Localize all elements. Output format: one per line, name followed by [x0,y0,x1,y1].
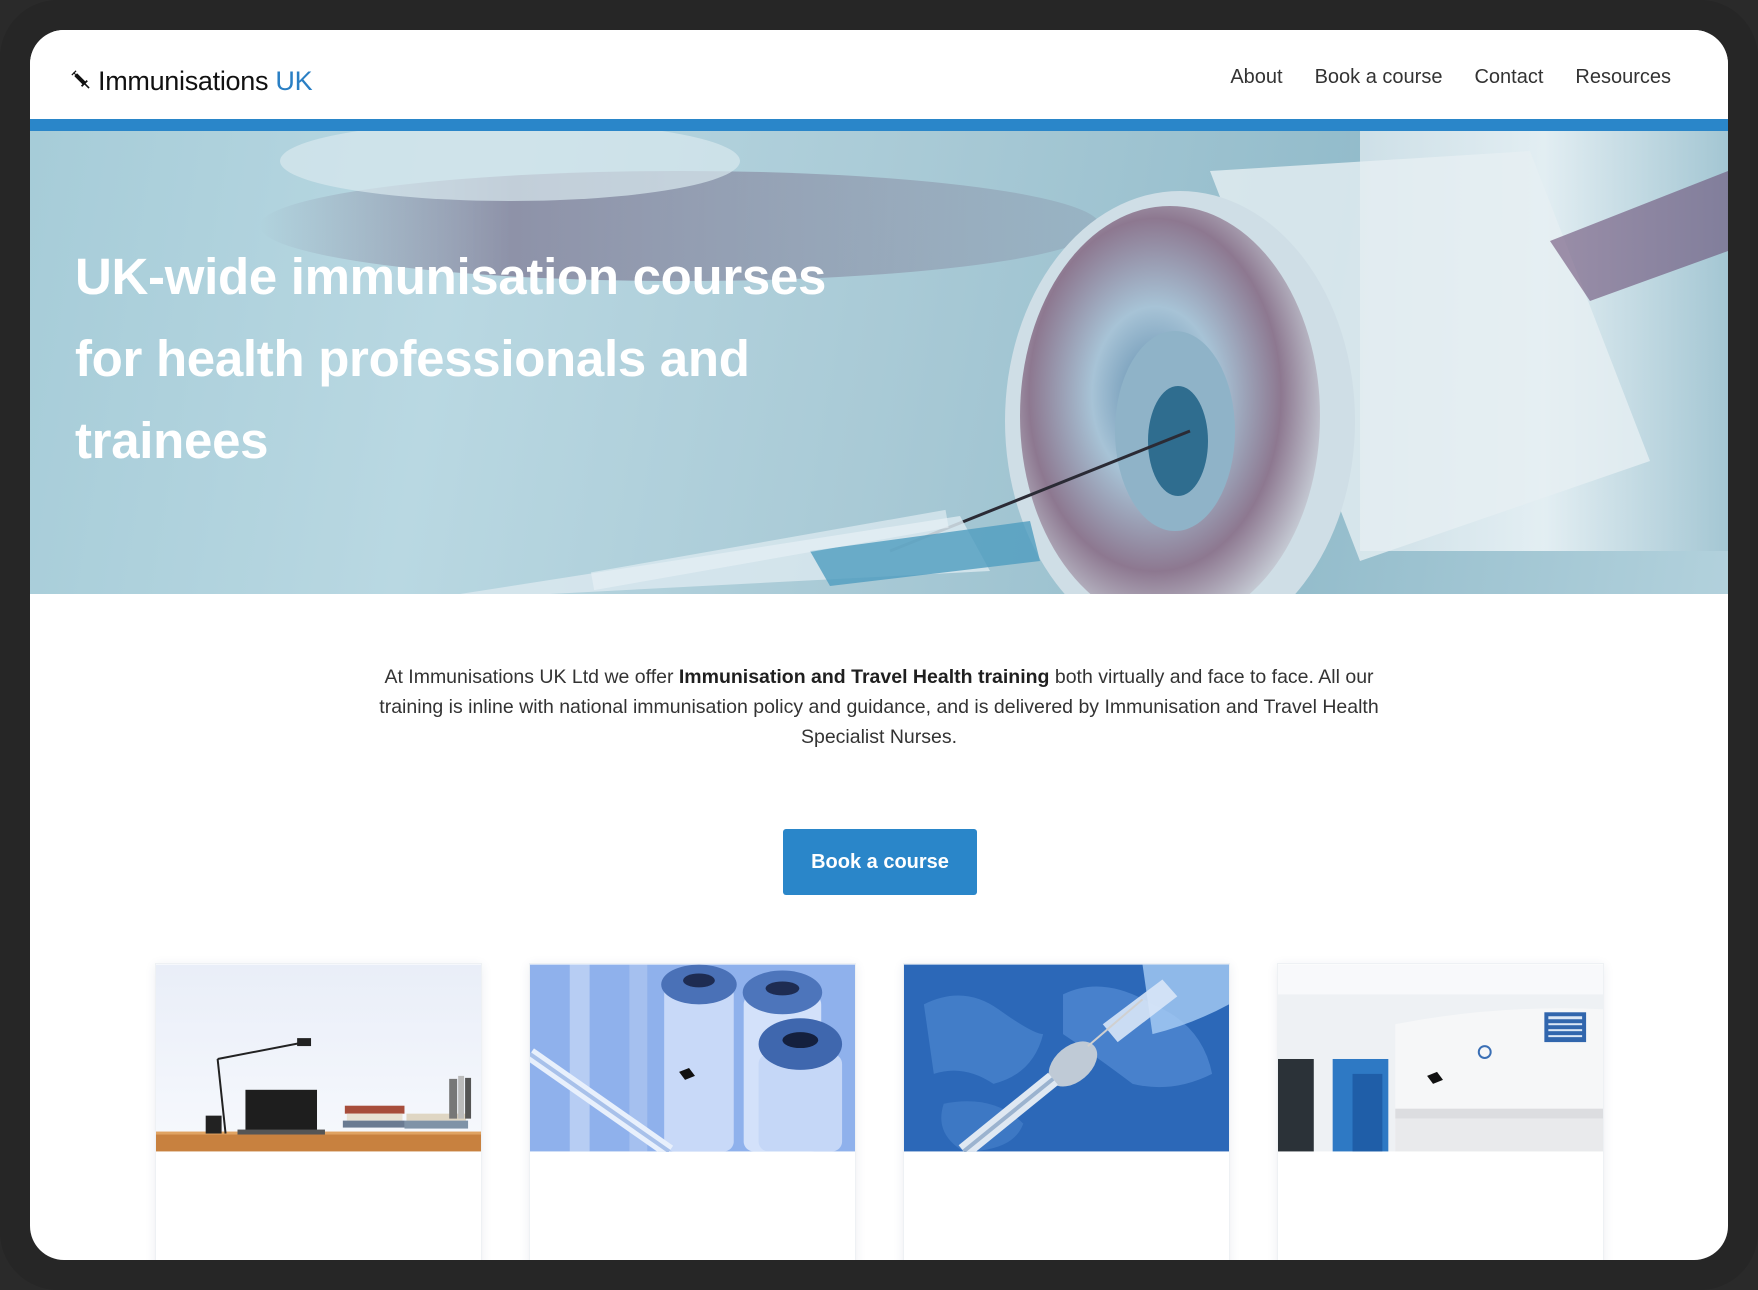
nav-book-a-course[interactable]: Book a course [1315,66,1443,89]
header-accent-bar [30,119,1728,131]
nav-contact[interactable]: Contact [1474,66,1543,89]
brand-name: Immunisations UK [98,65,313,96]
world-map-syringe-image [904,964,1229,1152]
site-header: Immunisations UK About Book a course Con… [30,30,1728,119]
desk-laptop-image [156,964,481,1152]
intro-text: At Immunisations UK Ltd we offer Immunis… [379,666,1379,748]
nav-resources[interactable]: Resources [1575,66,1671,89]
book-course-button[interactable]: Book a course [783,829,977,895]
vaccine-vials-image [530,964,855,1152]
site-logo[interactable]: Immunisations UK [70,64,313,98]
nav-about[interactable]: About [1230,66,1282,89]
intro-highlight: Immunisation and Travel Health training [678,666,1050,688]
course-card[interactable] [1277,963,1604,1260]
syringe-icon [71,70,90,89]
course-card[interactable] [529,963,856,1260]
hero-title: UK-wide immunisation courses for health … [75,248,827,469]
browser-viewport: Immunisations UK About Book a course Con… [30,30,1728,1260]
course-card[interactable] [903,963,1230,1260]
brand-accent: UK [275,65,313,96]
course-card[interactable] [155,963,482,1260]
main-nav: About Book a course Contact Resources [1230,66,1671,89]
device-frame: Immunisations UK About Book a course Con… [0,0,1758,1290]
hero-banner: UK-wide immunisation courses for health … [30,131,1728,594]
clinic-reception-image [1278,964,1603,1152]
